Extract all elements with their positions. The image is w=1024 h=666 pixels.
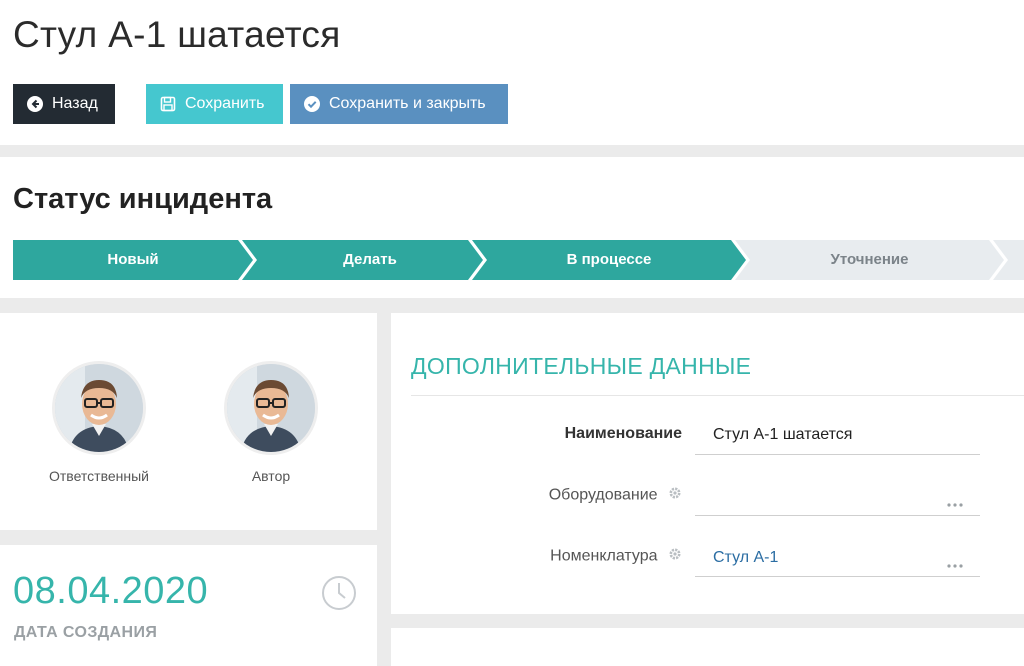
step-new-label: Новый — [107, 251, 159, 268]
page-title: Стул А-1 шатается — [13, 14, 341, 55]
creation-date-label: ДАТА СОЗДАНИЯ — [14, 624, 158, 641]
equipment-field[interactable] — [695, 515, 980, 516]
status-title: Статус инцидента — [13, 183, 273, 215]
name-label: Наименование — [564, 425, 682, 442]
responsible-avatar[interactable] — [52, 361, 146, 455]
back-button-label: Назад — [52, 95, 98, 112]
step-do-label: Делать — [343, 251, 397, 268]
gear-icon — [668, 486, 682, 505]
floppy-disk-icon — [160, 96, 176, 112]
creation-date-value: 08.04.2020 — [13, 570, 209, 612]
step-clarification-label: Уточнение — [830, 251, 909, 268]
equipment-label: Оборудование — [548, 486, 658, 504]
check-circle-icon — [304, 96, 320, 112]
additional-data-panel: ДОПОЛНИТЕЛЬНЫЕ ДАННЫЕ Наименование Обору… — [391, 313, 1024, 614]
additional-data-title: ДОПОЛНИТЕЛЬНЫЕ ДАННЫЕ — [411, 353, 752, 379]
status-stepper: Новый Делать В процессе Уточнение — [13, 240, 1024, 280]
field-row-equipment: Оборудование — [391, 476, 1024, 516]
people-panel: Ответственный Автор — [0, 313, 377, 530]
field-row-name: Наименование — [391, 415, 1024, 455]
clock-icon — [321, 575, 357, 616]
gear-icon — [668, 547, 682, 566]
author-label: Автор — [251, 468, 291, 484]
responsible-label: Ответственный — [49, 468, 149, 484]
responsible-person[interactable]: Ответственный — [29, 361, 169, 484]
creation-date-panel: 08.04.2020 ДАТА СОЗДАНИЯ — [0, 545, 377, 666]
save-and-close-button[interactable]: Сохранить и закрыть — [290, 84, 508, 124]
save-and-close-button-label: Сохранить и закрыть — [329, 95, 486, 112]
nomenclature-field[interactable] — [695, 576, 980, 577]
incident-status-panel: Статус инцидента Новый Делать В процессе… — [0, 157, 1024, 298]
nomenclature-label-wrap: Номенклатура — [550, 547, 682, 566]
back-button[interactable]: Назад — [13, 84, 115, 124]
header-panel: Стул А-1 шатается Назад Сохранить Сохран… — [0, 0, 1024, 145]
field-row-nomenclature: Номенклатура Стул А-1 — [391, 537, 1024, 577]
more-dots-icon[interactable] — [947, 494, 963, 512]
author-person[interactable]: Автор — [201, 361, 341, 484]
name-input[interactable] — [695, 415, 980, 455]
nomenclature-label: Номенклатура — [550, 547, 658, 565]
author-avatar[interactable] — [224, 361, 318, 455]
more-dots-icon[interactable] — [947, 555, 963, 573]
save-button-label: Сохранить — [185, 95, 265, 112]
divider — [411, 395, 1024, 396]
equipment-label-wrap: Оборудование — [549, 486, 682, 505]
nomenclature-link[interactable]: Стул А-1 — [713, 549, 778, 567]
arrow-left-circle-icon — [27, 96, 43, 112]
save-button[interactable]: Сохранить — [146, 84, 283, 124]
step-in-progress-label: В процессе — [566, 251, 652, 268]
bottom-panel — [391, 628, 1024, 666]
